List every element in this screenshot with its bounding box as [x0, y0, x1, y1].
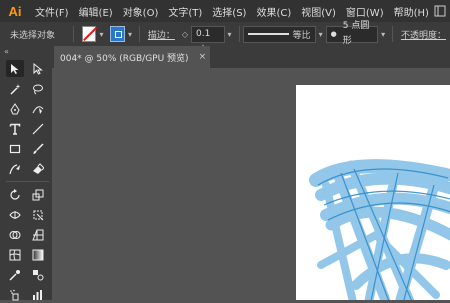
menu-select[interactable]: 选择(S)	[207, 4, 251, 19]
menu-view[interactable]: 视图(V)	[296, 4, 341, 19]
document-tab-title: 004* @ 50% (RGB/GPU 预览)	[60, 53, 189, 64]
chevron-down-icon[interactable]: ▾	[96, 30, 106, 39]
pen-tool-icon[interactable]	[6, 100, 24, 117]
dot-icon: ●	[330, 29, 337, 38]
artboard[interactable]	[296, 85, 450, 300]
workspace-switcher-icon[interactable]	[434, 5, 446, 17]
selection-status: 未选择对象	[10, 30, 56, 41]
profile-line	[248, 33, 289, 35]
opacity-label[interactable]: 不透明度：	[397, 28, 450, 41]
close-icon[interactable]: ×	[199, 52, 207, 62]
brush-stroke-artwork[interactable]	[296, 85, 450, 300]
brush-label: 5 点圆形	[342, 21, 370, 46]
perspective-grid-icon[interactable]	[29, 226, 47, 243]
menu-help[interactable]: 帮助(H)	[389, 4, 434, 19]
menu-edit[interactable]: 编辑(E)	[74, 4, 118, 19]
menu-object[interactable]: 对象(O)	[118, 4, 164, 19]
symbol-sprayer-icon[interactable]	[6, 286, 24, 303]
chevron-down-icon[interactable]: ▾	[378, 30, 388, 39]
panel-collapse[interactable]: «	[0, 46, 52, 60]
selection-tool-icon[interactable]	[6, 60, 24, 77]
divider	[138, 26, 140, 42]
fill-swatch[interactable]	[82, 26, 97, 42]
type-tool-icon[interactable]	[6, 120, 24, 137]
free-transform-icon[interactable]	[29, 206, 47, 223]
curvature-tool-icon[interactable]	[29, 100, 47, 117]
rectangle-tool-icon[interactable]	[6, 140, 24, 157]
rotate-tool-icon[interactable]	[6, 186, 24, 203]
eraser-icon[interactable]	[29, 160, 47, 177]
magic-wand-icon[interactable]	[6, 80, 24, 97]
stroke-width-field[interactable]: 0.1 pt	[191, 25, 225, 54]
direct-selection-tool-icon[interactable]	[29, 60, 47, 77]
line-tool-icon[interactable]	[29, 120, 47, 137]
tools-panel: «	[0, 46, 53, 300]
lasso-icon[interactable]	[29, 80, 47, 97]
document-tab-bar: 004* @ 50% (RGB/GPU 预览) ×	[52, 46, 450, 68]
stroke-label[interactable]: 描边：	[144, 28, 179, 41]
blend-tool-icon[interactable]	[29, 266, 47, 283]
menu-file[interactable]: 文件(F)	[30, 4, 74, 19]
menu-effect[interactable]: 效果(C)	[251, 4, 296, 19]
scale-tool-icon[interactable]	[29, 186, 47, 203]
canvas-area[interactable]	[52, 68, 450, 300]
stepper-icon[interactable]: ◇	[179, 30, 191, 39]
brush-definition[interactable]: ● 5 点圆形	[325, 21, 379, 46]
chevron-down-icon[interactable]: ▾	[225, 30, 235, 39]
shaper-tool-icon[interactable]	[6, 160, 24, 177]
stroke-swatch[interactable]	[110, 26, 125, 42]
variable-width-profile[interactable]: 等比	[243, 25, 316, 43]
menu-bar: Ai 文件(F) 编辑(E) 对象(O) 文字(T) 选择(S) 效果(C) 视…	[0, 0, 450, 22]
menu-window[interactable]: 窗口(W)	[341, 4, 389, 19]
chevron-down-icon[interactable]: ▾	[316, 30, 326, 39]
graph-tool-icon[interactable]	[29, 286, 47, 303]
paintbrush-icon[interactable]	[29, 140, 47, 157]
chevron-down-icon[interactable]: ▾	[125, 30, 135, 39]
width-tool-icon[interactable]	[6, 206, 24, 223]
shape-builder-icon[interactable]	[6, 226, 24, 243]
app-logo: Ai	[8, 3, 22, 19]
gradient-tool-icon[interactable]	[29, 246, 47, 263]
divider	[392, 26, 393, 42]
menu-type[interactable]: 文字(T)	[163, 4, 207, 19]
profile-label: 等比	[292, 30, 311, 41]
document-tab[interactable]: 004* @ 50% (RGB/GPU 预览) ×	[54, 46, 210, 68]
divider	[238, 26, 240, 42]
mesh-tool-icon[interactable]	[6, 246, 24, 263]
divider	[73, 26, 75, 42]
control-bar: 未选择对象 ▾ ▾ 描边： ◇ 0.1 pt ▾ 等比 ▾ ● 5 点圆形 ▾ …	[0, 21, 450, 54]
eyedropper-icon[interactable]	[6, 266, 24, 283]
divider	[6, 181, 49, 182]
